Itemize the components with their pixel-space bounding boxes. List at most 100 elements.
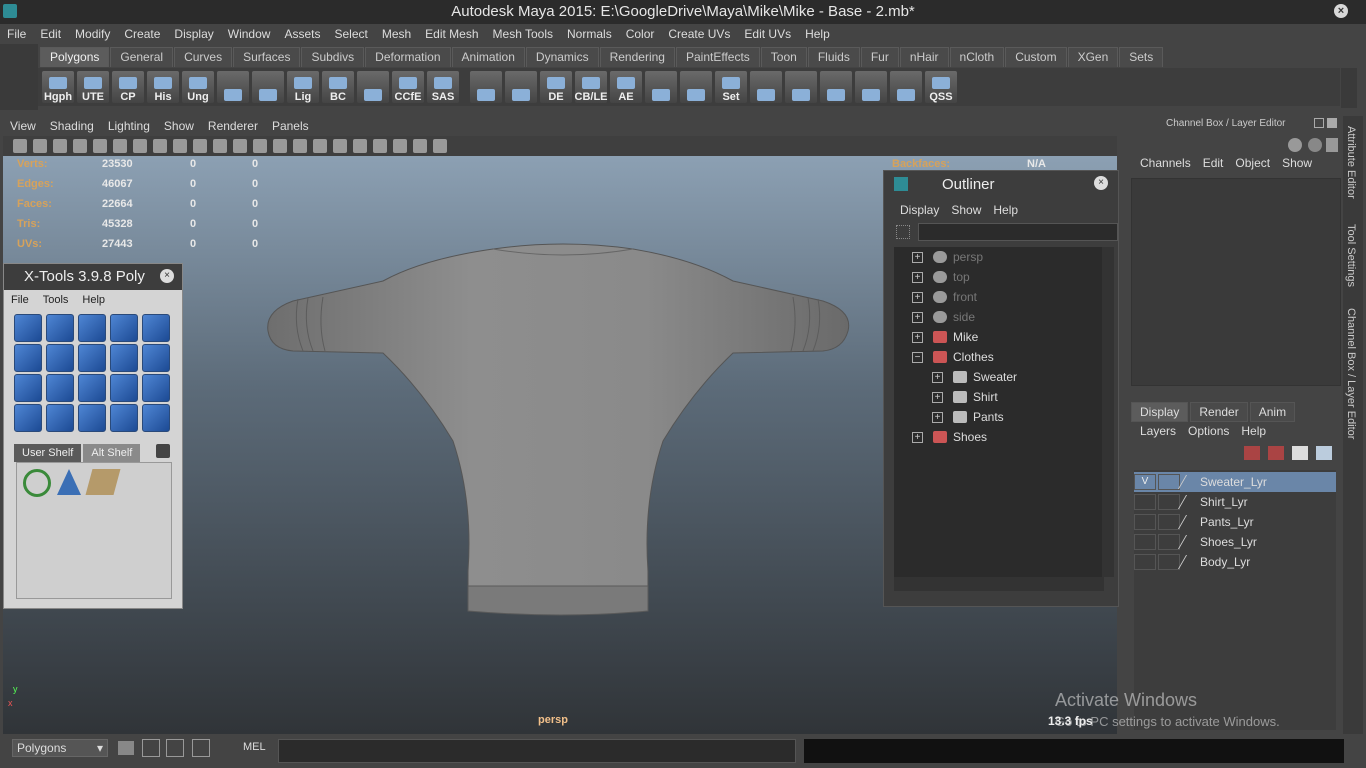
shelf-button-ung[interactable]: Ung <box>182 71 214 103</box>
layer-row[interactable]: V Sweater_Lyr <box>1134 472 1336 492</box>
menu-file[interactable]: File <box>0 27 33 41</box>
channel-display-icon[interactable] <box>1288 138 1302 152</box>
layer-color-swatch[interactable] <box>1177 475 1199 489</box>
outliner-item[interactable]: + Shoes <box>912 427 987 447</box>
menu-create-uvs[interactable]: Create UVs <box>661 27 737 41</box>
menu-assets[interactable]: Assets <box>277 27 327 41</box>
layer-menu-options[interactable]: Options <box>1182 424 1235 438</box>
shelf-button-set[interactable]: Set <box>715 71 747 103</box>
layer-visibility-toggle[interactable] <box>1134 514 1156 530</box>
layer-row[interactable]: Shoes_Lyr <box>1134 532 1336 552</box>
xtools-tool-icon[interactable] <box>46 344 74 372</box>
close-icon[interactable]: × <box>1094 176 1108 190</box>
panel-menu-view[interactable]: View <box>3 119 43 133</box>
xtools-tool-icon[interactable] <box>46 374 74 402</box>
xtools-tool-icon[interactable] <box>78 404 106 432</box>
menu-modify[interactable]: Modify <box>68 27 117 41</box>
shelf-tab-general[interactable]: General <box>110 47 174 67</box>
filter-icon[interactable] <box>896 225 910 239</box>
motion-blur-icon[interactable] <box>393 139 407 153</box>
outliner-item[interactable]: − Clothes <box>912 347 994 367</box>
shelf-tab-rendering[interactable]: Rendering <box>599 47 675 67</box>
shelf-button-uv-icon[interactable] <box>470 71 502 103</box>
shelf-tab-xgen[interactable]: XGen <box>1067 47 1119 67</box>
outliner-vertical-scrollbar[interactable] <box>1102 247 1114 577</box>
shelf-button-target-icon[interactable] <box>750 71 782 103</box>
shelf-scrollbar[interactable] <box>1341 68 1357 108</box>
outliner-item[interactable]: + front <box>912 287 977 307</box>
shelf-tab-polygons[interactable]: Polygons <box>40 47 110 67</box>
xtools-tool-icon[interactable] <box>110 314 138 342</box>
shelf-tab-fluids[interactable]: Fluids <box>807 47 860 67</box>
panel-menu-show[interactable]: Show <box>157 119 201 133</box>
script-editor-icon[interactable] <box>142 739 160 757</box>
outliner-item[interactable]: + top <box>912 267 970 287</box>
xtools-tool-icon[interactable] <box>46 404 74 432</box>
command-language-label[interactable]: MEL <box>243 741 266 753</box>
shelf-tab-animation[interactable]: Animation <box>451 47 525 67</box>
trash-icon[interactable] <box>156 444 170 458</box>
menu-normals[interactable]: Normals <box>560 27 619 41</box>
menu-display[interactable]: Display <box>167 27 220 41</box>
panel-menu-lighting[interactable]: Lighting <box>101 119 157 133</box>
xtools-tool-icon[interactable] <box>14 404 42 432</box>
close-icon[interactable]: × <box>160 269 174 283</box>
xtools-menu-help[interactable]: Help <box>75 294 112 306</box>
shelf-tab-curves[interactable]: Curves <box>174 47 233 67</box>
shelf-button-de[interactable]: DE <box>540 71 572 103</box>
layer-row[interactable]: Body_Lyr <box>1134 552 1336 572</box>
uv-grid-icon[interactable] <box>85 469 121 495</box>
layer-color-swatch[interactable] <box>1177 515 1199 529</box>
shelf-tab-custom[interactable]: Custom <box>1005 47 1067 67</box>
wireframe-icon[interactable] <box>193 139 207 153</box>
resolution-gate-icon[interactable] <box>133 139 147 153</box>
outliner-item[interactable]: + Shirt <box>932 387 998 407</box>
layer-type-toggle[interactable] <box>1158 514 1180 530</box>
panel-menu-renderer[interactable]: Renderer <box>201 119 265 133</box>
close-panel-icon[interactable] <box>1327 118 1337 128</box>
expand-icon[interactable]: + <box>932 391 943 403</box>
side-tab-attribute-editor[interactable]: Attribute Editor <box>1345 126 1357 199</box>
layer-type-toggle[interactable] <box>1158 474 1180 490</box>
texture-icon[interactable] <box>273 139 287 153</box>
shelf-tab-subdivs[interactable]: Subdivs <box>301 47 365 67</box>
layer-visibility-toggle[interactable] <box>1134 534 1156 550</box>
xtools-tab-alt-shelf[interactable]: Alt Shelf <box>83 444 141 462</box>
xtools-tool-icon[interactable] <box>78 344 106 372</box>
move-layer-down-icon[interactable] <box>1268 446 1284 460</box>
layer-visibility-toggle[interactable] <box>1134 554 1156 570</box>
outliner-item[interactable]: + persp <box>912 247 983 267</box>
panel-menu-shading[interactable]: Shading <box>43 119 101 133</box>
xtools-tool-icon[interactable] <box>142 314 170 342</box>
menu-edit-uvs[interactable]: Edit UVs <box>737 27 798 41</box>
shelf-button-lig[interactable]: Lig <box>287 71 319 103</box>
menu-set-select[interactable]: Polygons ▾ <box>12 739 108 757</box>
outliner-icon[interactable] <box>166 739 184 757</box>
xtools-tool-icon[interactable] <box>110 344 138 372</box>
shelf-button-ccfe[interactable]: CCfE <box>392 71 424 103</box>
side-tab-tool-settings[interactable]: Tool Settings <box>1345 224 1357 287</box>
layer-color-swatch[interactable] <box>1177 535 1199 549</box>
new-layer-icon[interactable] <box>1292 446 1308 460</box>
outliner-item[interactable]: + Sweater <box>932 367 1017 387</box>
menu-select[interactable]: Select <box>327 27 374 41</box>
xtools-menu-file[interactable]: File <box>4 294 36 306</box>
camera-select-icon[interactable] <box>13 139 27 153</box>
close-window-icon[interactable]: × <box>1334 4 1348 18</box>
layer-tab-anim[interactable]: Anim <box>1249 402 1296 422</box>
shelf-tab-toon[interactable]: Toon <box>760 47 807 67</box>
isolate-select-icon[interactable] <box>333 139 347 153</box>
channel-menu-channels[interactable]: Channels <box>1134 156 1197 170</box>
layer-tab-render[interactable]: Render <box>1190 402 1248 422</box>
layer-color-swatch[interactable] <box>1177 555 1199 569</box>
shelf-button-ae[interactable]: AE <box>610 71 642 103</box>
shelf-button-globe-icon[interactable] <box>252 71 284 103</box>
menu-mesh[interactable]: Mesh <box>375 27 418 41</box>
layer-visibility-toggle[interactable]: V <box>1134 474 1156 490</box>
xtools-tool-icon[interactable] <box>78 314 106 342</box>
smooth-shade-icon[interactable] <box>213 139 227 153</box>
expand-icon[interactable]: + <box>912 291 923 303</box>
shadows-icon[interactable] <box>313 139 327 153</box>
show-attributes-icon[interactable] <box>1308 138 1322 152</box>
layer-row[interactable]: Shirt_Lyr <box>1134 492 1336 512</box>
